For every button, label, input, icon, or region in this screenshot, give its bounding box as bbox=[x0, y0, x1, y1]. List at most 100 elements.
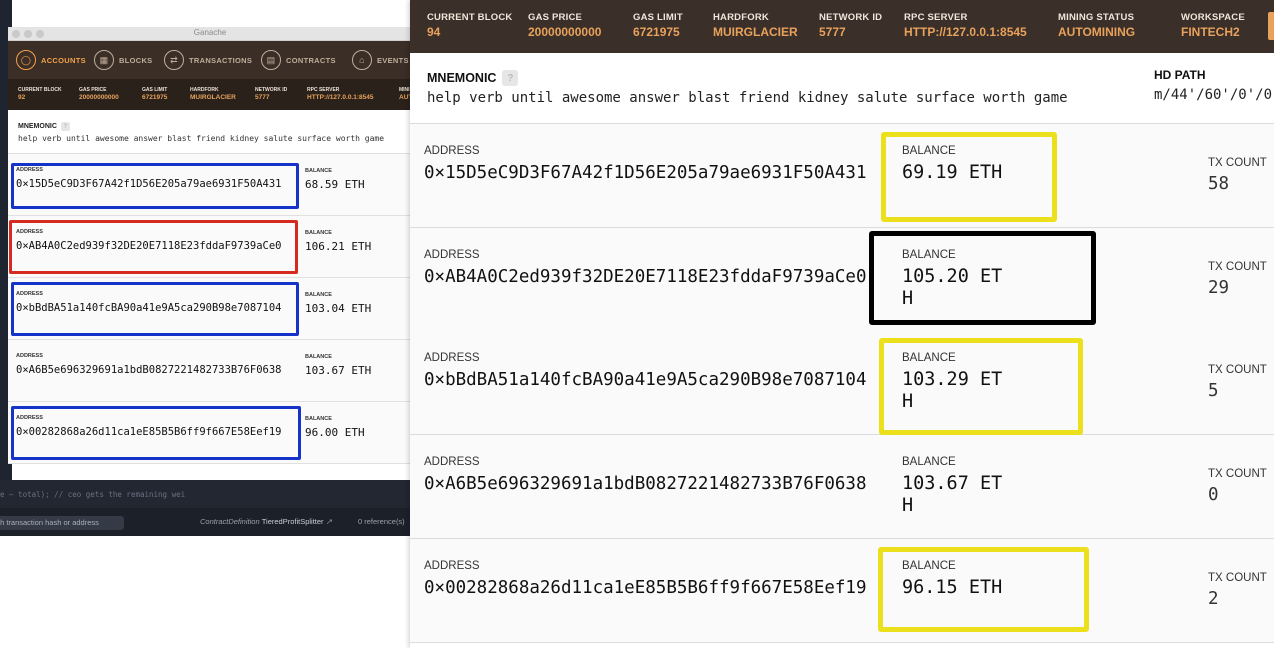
stat-gas-limit: GAS LIMIT 6721975 bbox=[633, 12, 683, 39]
account-row[interactable]: ADDRESS 0×15D5eC9D3F67A42f1D56E205a79ae69… bbox=[410, 124, 1274, 228]
stat-workspace: WORKSPACE FINTECH2 bbox=[1181, 12, 1245, 39]
stat-gas-price: GAS PRICE 20000000000 bbox=[528, 12, 601, 39]
stat-label: GAS PRICE bbox=[528, 12, 583, 23]
help-icon[interactable]: ? bbox=[60, 122, 70, 131]
nav-item-label: EVENTS bbox=[377, 55, 409, 65]
tx-count-label: TX COUNT bbox=[1208, 468, 1267, 480]
stat-label: GAS PRICE bbox=[79, 87, 107, 93]
stat-value: 20000000000 bbox=[79, 94, 119, 101]
nav-item-label: ACCOUNTS bbox=[41, 55, 86, 65]
stat-value: HTTP://127.0.0.1:8545 bbox=[307, 94, 374, 101]
account-balance: 103.67 ETH bbox=[902, 473, 1003, 516]
references-count: 0 reference(s) bbox=[358, 517, 405, 526]
window-title: Ganache bbox=[193, 28, 227, 37]
stat-network-id: NETWORK ID 5777 bbox=[819, 12, 882, 39]
code-line: e – total); // ceo gets the remaining we… bbox=[0, 480, 412, 508]
account-row[interactable]: ADDRESS 0×AB4A0C2ed939f32DE20E7118E23fdda… bbox=[8, 216, 412, 278]
account-row[interactable]: ADDRESS 0×A6B5e696329691a1bdB082722148273… bbox=[8, 340, 412, 402]
tx-count-label: TX COUNT bbox=[1208, 261, 1267, 273]
stat-value: 5777 bbox=[819, 25, 846, 39]
stat-label: RPC SERVER bbox=[307, 87, 340, 93]
account-row[interactable]: ADDRESS 0×15D5eC9D3F67A42f1D56E205a79ae69… bbox=[8, 154, 412, 216]
nav-item-accounts[interactable]: ◯ ACCOUNTS bbox=[16, 48, 86, 72]
account-row[interactable]: ADDRESS 0×00282868a26d11ca1eE85B5B6ff9f66… bbox=[410, 539, 1274, 643]
stat-current-block: CURRENT BLOCK 94 bbox=[427, 12, 512, 39]
ganache-window-large: CURRENT BLOCK 94 GAS PRICE 20000000000 GAS L… bbox=[410, 0, 1274, 648]
contract-definition[interactable]: ContractDefinition TieredProfitSplitter … bbox=[200, 517, 332, 526]
nav-item-label: BLOCKS bbox=[119, 55, 153, 65]
tx-count-value: 2 bbox=[1208, 589, 1219, 609]
contracts-icon: ▤ bbox=[261, 50, 281, 70]
stat-label: CURRENT BLOCK bbox=[18, 87, 62, 93]
highlight-box bbox=[869, 231, 1096, 325]
nav-item-transactions[interactable]: ⇄ TRANSACTIONS bbox=[164, 48, 252, 72]
stat-hardfork: HARDFORK MUIRGLACIER bbox=[713, 12, 798, 39]
balance-label: BALANCE bbox=[305, 230, 332, 236]
help-icon[interactable]: ? bbox=[502, 70, 519, 86]
stat-value: MUIRGLACIER bbox=[190, 94, 236, 101]
address-label: ADDRESS bbox=[16, 353, 43, 359]
hd-path-value: m/44'/60'/0'/0 bbox=[1154, 87, 1273, 103]
stat-label: NETWORK ID bbox=[819, 12, 883, 23]
bell-icon: ⌂ bbox=[352, 50, 372, 70]
stat-value: MUIRGLACIER bbox=[713, 25, 798, 39]
account-row[interactable]: ADDRESS 0×A6B5e696329691a1bdB082722148273… bbox=[410, 435, 1274, 539]
highlight-box bbox=[878, 547, 1089, 632]
account-balance: 106.21 ETH bbox=[305, 240, 372, 253]
stat-hardfork: HARDFORK MUIRGLACIER bbox=[190, 87, 236, 101]
switch-button[interactable] bbox=[1268, 12, 1274, 40]
stat-mining-status: MINING STATUS AUTOMINING bbox=[1058, 12, 1135, 39]
search-input[interactable]: th transaction hash or address bbox=[0, 516, 124, 530]
account-icon: ◯ bbox=[16, 50, 36, 70]
tx-count-value: 58 bbox=[1208, 174, 1230, 194]
account-row[interactable]: ADDRESS 0×00282868a26d11ca1eE85B5B6ff9f66… bbox=[8, 402, 412, 464]
transactions-icon: ⇄ bbox=[164, 50, 184, 70]
share-arrow-icon: ↗ bbox=[325, 517, 332, 526]
mnemonic-phrase: help verb until awesome answer blast fri… bbox=[18, 134, 385, 143]
balance-label: BALANCE bbox=[305, 292, 332, 298]
stats-bar: CURRENT BLOCK 94 GAS PRICE 20000000000 GAS L… bbox=[410, 0, 1274, 53]
nav-item-contracts[interactable]: ▤ CONTRACTS bbox=[261, 48, 336, 72]
nav-item-label: CONTRACTS bbox=[286, 55, 336, 65]
hd-path-label: HD PATH bbox=[1154, 68, 1206, 82]
account-balance: 68.59 ETH bbox=[305, 178, 365, 191]
balance-label: BALANCE bbox=[902, 456, 956, 468]
highlight-box bbox=[11, 163, 299, 209]
account-address: 0×15D5eC9D3F67A42f1D56E205a79ae6931F50A4… bbox=[424, 163, 867, 183]
stat-gas-price: GAS PRICE 20000000000 bbox=[79, 87, 119, 101]
highlight-box bbox=[881, 132, 1057, 222]
stat-value: HTTP://127.0.0.1:8545 bbox=[904, 25, 1027, 39]
stat-label: HARDFORK bbox=[190, 87, 219, 93]
tx-count-value: 5 bbox=[1208, 381, 1219, 401]
account-row[interactable]: ADDRESS 0×AB4A0C2ed939f32DE20E7118E23fdda… bbox=[410, 228, 1274, 332]
stat-network-id: NETWORK ID 5777 bbox=[255, 87, 287, 101]
address-label: ADDRESS bbox=[424, 456, 480, 468]
balance-label: BALANCE bbox=[305, 416, 332, 422]
mnemonic-label: MNEMONIC bbox=[18, 123, 57, 130]
mnemonic-section: MNEMONIC ? help verb until awesome answe… bbox=[410, 53, 1274, 124]
nav-item-events[interactable]: ⌂ EVENTS bbox=[352, 48, 409, 72]
account-row[interactable]: ADDRESS 0×bBdBA51a140fcBA90a41e9A5ca290B9… bbox=[8, 278, 412, 340]
mnemonic-phrase: help verb until awesome answer blast fri… bbox=[427, 90, 1068, 106]
stats-bar-small: CURRENT BLOCK 92 GAS PRICE 20000000000 GAS L… bbox=[8, 79, 412, 110]
account-address: 0×A6B5e696329691a1bdB0827221482733B76F06… bbox=[424, 474, 867, 494]
stat-value: 94 bbox=[427, 25, 441, 39]
account-row[interactable]: ADDRESS 0×bBdBA51a140fcBA90a41e9A5ca290B9… bbox=[410, 331, 1274, 435]
account-address: 0×00282868a26d11ca1eE85B5B6ff9f667E58Eef… bbox=[424, 578, 867, 598]
address-label: ADDRESS bbox=[424, 352, 480, 364]
stat-rpc-server: RPC SERVER HTTP://127.0.0.1:8545 bbox=[904, 12, 1027, 39]
stat-label: MINING STATUS bbox=[1058, 12, 1135, 23]
nav-item-blocks[interactable]: ▦ BLOCKS bbox=[94, 48, 152, 72]
contract-definition-prefix: ContractDefinition bbox=[200, 517, 260, 526]
tx-count-label: TX COUNT bbox=[1208, 157, 1267, 169]
editor-status-bar: th transaction hash or address ContractD… bbox=[0, 508, 412, 536]
stat-value: 92 bbox=[18, 94, 26, 101]
highlight-box bbox=[879, 338, 1083, 435]
account-address: 0×bBdBA51a140fcBA90a41e9A5ca290B98e70871… bbox=[424, 370, 867, 390]
mnemonic-section-small: MNEMONIC ? help verb until awesome answe… bbox=[8, 110, 412, 154]
contract-name: TieredProfitSplitter bbox=[261, 517, 324, 526]
address-label: ADDRESS bbox=[424, 249, 480, 261]
highlight-box bbox=[9, 220, 298, 274]
stat-value: 6721975 bbox=[633, 25, 680, 39]
stat-value: AUTOMINING bbox=[1058, 25, 1136, 39]
